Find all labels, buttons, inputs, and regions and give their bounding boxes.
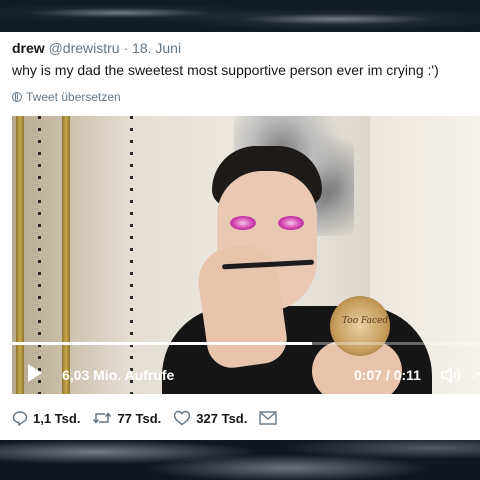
like-button[interactable]: 327 Tsd. xyxy=(173,410,247,426)
compact-label: Too Faced xyxy=(342,316,389,326)
mirror-frame-left xyxy=(16,116,24,394)
reply-icon xyxy=(12,411,28,426)
volume-icon[interactable] xyxy=(440,366,464,384)
string-lights-left xyxy=(38,116,41,394)
video-progress-bar[interactable] xyxy=(12,342,480,345)
fullscreen-icon[interactable]: ↗ xyxy=(471,368,480,382)
video-time: 0:07 / 0:11 xyxy=(354,367,421,383)
tweet-header: drew @drewistru · 18. Juni xyxy=(12,40,181,56)
retweet-button[interactable]: 77 Tsd. xyxy=(92,410,161,426)
video-progress-fill xyxy=(12,342,312,345)
separator: · xyxy=(123,40,129,56)
retweet-count: 77 Tsd. xyxy=(117,410,162,426)
string-lights-right xyxy=(130,116,133,394)
message-button[interactable] xyxy=(259,411,278,425)
eye-makeup-right xyxy=(278,216,304,230)
background-top xyxy=(0,0,480,32)
play-icon[interactable] xyxy=(28,364,42,382)
background-bottom xyxy=(0,440,480,480)
tweet-text: why is my dad the sweetest most supporti… xyxy=(12,62,439,78)
tweet-actions: 1,1 Tsd. 77 Tsd. 327 Tsd. xyxy=(12,410,289,426)
mail-icon xyxy=(259,411,278,425)
reply-button[interactable]: 1,1 Tsd. xyxy=(12,410,80,426)
video-player[interactable]: Too Faced 6,03 Mio. Aufrufe 0:07 / 0:11 … xyxy=(12,116,480,394)
globe-icon xyxy=(12,92,22,102)
translate-link[interactable]: Tweet übersetzen xyxy=(12,90,121,104)
tweet-card: drew @drewistru · 18. Juni why is my dad… xyxy=(0,32,480,440)
reply-count: 1,1 Tsd. xyxy=(33,410,81,426)
author-handle[interactable]: @drewistru xyxy=(49,40,120,56)
mirror-frame-right xyxy=(62,116,70,394)
tweet-date[interactable]: 18. Juni xyxy=(132,40,181,56)
view-count: 6,03 Mio. Aufrufe xyxy=(62,367,175,383)
retweet-icon xyxy=(93,412,112,424)
heart-icon xyxy=(174,410,191,426)
eye-makeup-left xyxy=(230,216,256,230)
like-count: 327 Tsd. xyxy=(196,410,248,426)
makeup-compact xyxy=(330,296,390,356)
translate-label: Tweet übersetzen xyxy=(26,90,121,104)
author-name[interactable]: drew xyxy=(12,40,45,56)
